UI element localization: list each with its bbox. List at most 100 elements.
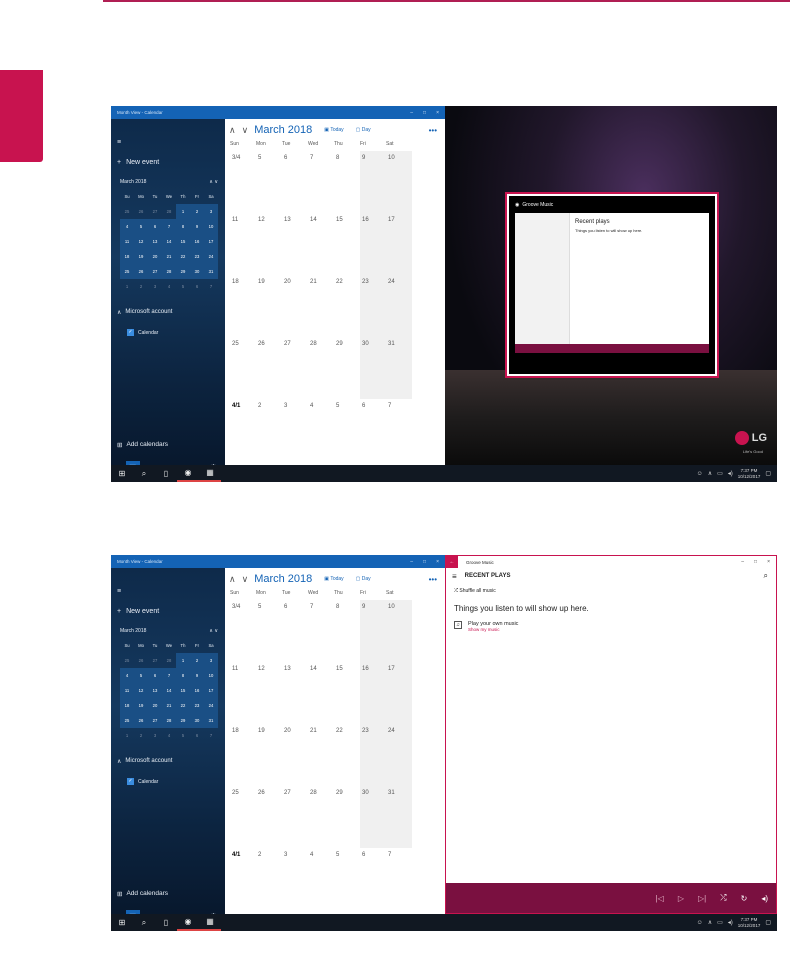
maximize-button[interactable]: □ xyxy=(423,110,426,116)
shuffle-icon[interactable]: ⤮ xyxy=(720,893,726,903)
day-view-button[interactable]: ▢ Day xyxy=(356,576,371,582)
mini-day[interactable]: 27 xyxy=(148,264,162,279)
calendar-day-cell[interactable]: 27 xyxy=(282,337,308,399)
mini-day[interactable]: 24 xyxy=(204,249,218,264)
mini-day[interactable]: 28 xyxy=(162,264,176,279)
mini-day[interactable]: 26 xyxy=(134,713,148,728)
mini-day[interactable]: 26 xyxy=(134,204,148,219)
mini-day[interactable]: 11 xyxy=(120,234,134,249)
mini-day[interactable]: 14 xyxy=(162,683,176,698)
mini-day[interactable]: 23 xyxy=(190,249,204,264)
mini-day[interactable]: 9 xyxy=(190,668,204,683)
mini-day[interactable]: 6 xyxy=(190,728,204,743)
mini-day[interactable]: 1 xyxy=(120,728,134,743)
mini-day[interactable]: 8 xyxy=(176,219,190,234)
mini-day[interactable]: 16 xyxy=(190,683,204,698)
mini-day[interactable]: 16 xyxy=(190,234,204,249)
add-calendars-button[interactable]: ⊞ Add calendars xyxy=(117,890,168,898)
calendar-day-cell[interactable]: 13 xyxy=(282,662,308,724)
calendar-day-cell[interactable]: 5 xyxy=(334,399,360,461)
close-button[interactable]: × xyxy=(436,110,439,116)
mini-day[interactable]: 14 xyxy=(162,234,176,249)
calendar-day-cell[interactable]: 26 xyxy=(256,337,282,399)
hamburger-icon[interactable]: ≡ xyxy=(117,588,121,595)
calendar-day-cell[interactable]: 16 xyxy=(360,213,386,275)
prev-month-icon[interactable]: ∧ xyxy=(229,574,236,585)
task-view-icon[interactable]: ▯ xyxy=(155,914,177,931)
mini-day[interactable]: 15 xyxy=(176,234,190,249)
prev-month-icon[interactable]: ∧ xyxy=(229,125,236,136)
calendar-day-cell[interactable]: 16 xyxy=(360,662,386,724)
calendar-day-cell[interactable]: 30 xyxy=(360,786,386,848)
back-arrow-icon[interactable]: ← xyxy=(446,556,458,568)
minimize-button[interactable]: – xyxy=(741,559,744,565)
calendar-day-cell[interactable]: 31 xyxy=(386,786,412,848)
calendar-day-cell[interactable]: 29 xyxy=(334,786,360,848)
mini-day[interactable]: 5 xyxy=(134,668,148,683)
mini-day[interactable]: 29 xyxy=(176,264,190,279)
people-icon[interactable]: ☺ xyxy=(697,920,703,926)
mini-day[interactable]: 27 xyxy=(148,653,162,668)
calendar-day-cell[interactable]: 25 xyxy=(230,786,256,848)
mini-day[interactable]: 5 xyxy=(176,279,190,294)
mini-day[interactable]: 26 xyxy=(134,264,148,279)
mini-day[interactable]: 6 xyxy=(148,668,162,683)
add-calendars-button[interactable]: ⊞ Add calendars xyxy=(117,441,168,449)
calendar-day-cell[interactable]: 12 xyxy=(256,662,282,724)
mini-day[interactable]: 6 xyxy=(190,279,204,294)
more-options-icon[interactable]: ••• xyxy=(429,126,437,135)
maximize-button[interactable]: □ xyxy=(423,559,426,565)
calendar-day-cell[interactable]: 20 xyxy=(282,275,308,337)
calendar-day-cell[interactable]: 2 xyxy=(256,848,282,910)
mini-day[interactable]: 28 xyxy=(162,204,176,219)
calendar-day-cell[interactable]: 4/1 xyxy=(230,399,256,461)
mini-day[interactable]: 31 xyxy=(204,713,218,728)
people-icon[interactable]: ☺ xyxy=(697,471,703,477)
calendar-day-cell[interactable]: 7 xyxy=(308,151,334,213)
mini-day[interactable]: 7 xyxy=(204,279,218,294)
mini-day[interactable]: 25 xyxy=(120,264,134,279)
calendar-day-cell[interactable]: 19 xyxy=(256,275,282,337)
mini-day[interactable]: 31 xyxy=(204,264,218,279)
mini-day[interactable]: 20 xyxy=(148,249,162,264)
system-tray[interactable]: ☺ ∧ ▭ ◂) 7:37 PM 10/12/2017 ▢ xyxy=(697,468,777,480)
calendar-day-cell[interactable]: 3/4 xyxy=(230,151,256,213)
calendar-day-cell[interactable]: 24 xyxy=(386,275,412,337)
month-title[interactable]: March 2018 xyxy=(254,573,312,585)
more-options-icon[interactable]: ••• xyxy=(429,575,437,584)
calendar-day-cell[interactable]: 3 xyxy=(282,848,308,910)
next-month-icon[interactable]: ∨ xyxy=(242,125,249,136)
mini-day[interactable]: 30 xyxy=(190,713,204,728)
calendar-day-cell[interactable]: 13 xyxy=(282,213,308,275)
play-own-music[interactable]: ♫ Play your own music Show my music xyxy=(446,621,776,633)
mini-day[interactable]: 1 xyxy=(176,653,190,668)
close-button[interactable]: × xyxy=(436,559,439,565)
mini-nav-icons[interactable]: ∧ ∨ xyxy=(209,628,218,634)
mini-day[interactable]: 7 xyxy=(162,219,176,234)
calendar-day-cell[interactable]: 23 xyxy=(360,724,386,786)
calendar-day-cell[interactable]: 26 xyxy=(256,786,282,848)
calendar-day-cell[interactable]: 6 xyxy=(282,151,308,213)
hamburger-icon[interactable]: ≡ xyxy=(117,139,121,146)
calendar-day-cell[interactable]: 8 xyxy=(334,600,360,662)
system-tray[interactable]: ☺ ∧ ▭ ◂) 7:37 PM 10/12/2017 ▢ xyxy=(697,917,777,929)
mini-day[interactable]: 7 xyxy=(204,728,218,743)
today-button[interactable]: ▣ Today xyxy=(324,127,343,133)
calendar-day-cell[interactable]: 30 xyxy=(360,337,386,399)
battery-icon[interactable]: ▭ xyxy=(717,470,723,477)
mini-day[interactable]: 5 xyxy=(134,219,148,234)
mini-day[interactable]: 26 xyxy=(134,653,148,668)
mini-day[interactable]: 3 xyxy=(148,279,162,294)
mini-day[interactable]: 2 xyxy=(134,728,148,743)
mini-day[interactable]: 9 xyxy=(190,219,204,234)
calendar-day-cell[interactable]: 22 xyxy=(334,724,360,786)
volume-icon[interactable]: ◂) xyxy=(761,894,768,903)
mini-day[interactable]: 25 xyxy=(120,653,134,668)
calendar-day-cell[interactable]: 19 xyxy=(256,724,282,786)
mini-day[interactable]: 3 xyxy=(148,728,162,743)
notification-icon[interactable]: ▢ xyxy=(765,470,771,477)
mini-day[interactable]: 4 xyxy=(162,728,176,743)
today-button[interactable]: ▣ Today xyxy=(324,576,343,582)
search-icon[interactable]: ⌕ xyxy=(133,465,155,482)
calendar-day-cell[interactable]: 18 xyxy=(230,275,256,337)
